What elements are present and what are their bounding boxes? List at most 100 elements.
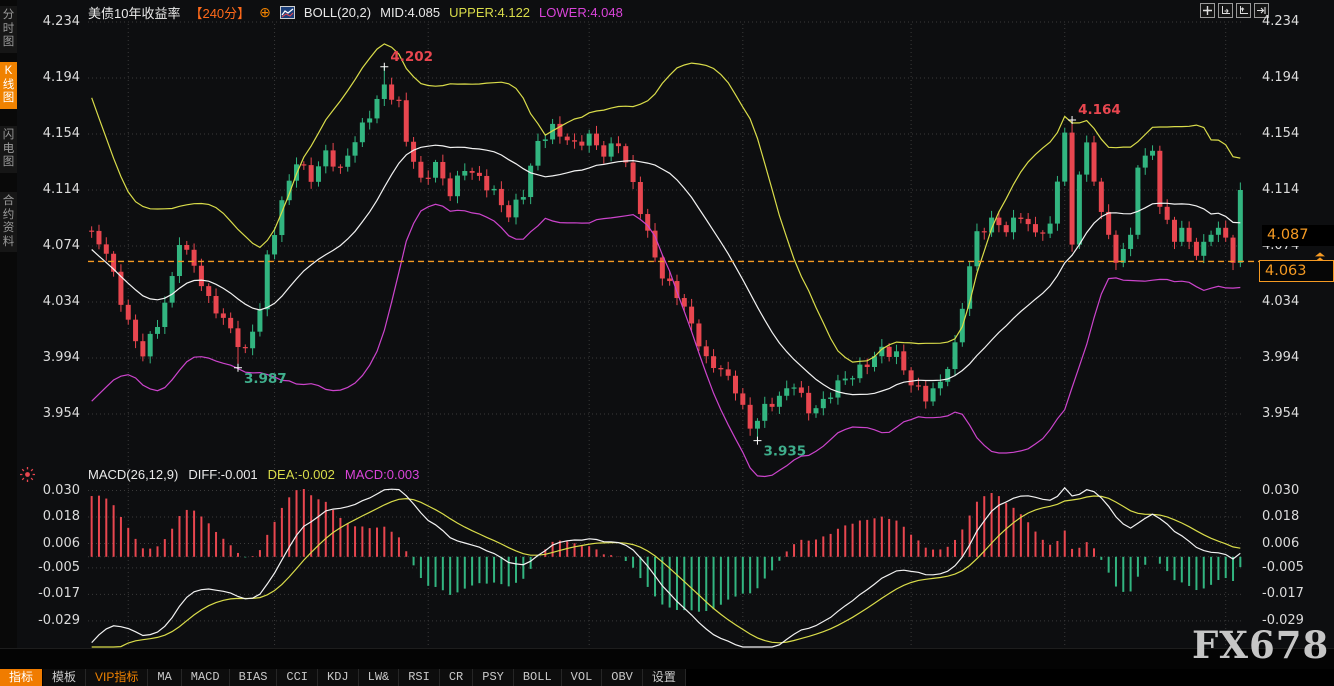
candle-body [594,134,599,146]
toolbar-item-13[interactable]: BOLL [514,669,562,686]
candle-body [806,393,811,413]
candle-body [250,332,255,349]
sidebar-tab-3[interactable]: 闪 电 图 [0,126,17,173]
candle-body [623,146,628,162]
toolbar-item-14[interactable]: VOL [562,669,603,686]
candle-body [565,137,570,141]
candle-body [177,245,182,276]
low-price-label: 3.935 [763,444,806,460]
candle-body [257,309,262,331]
toolbar-item-4[interactable]: MA [148,669,181,686]
candle-body [1201,242,1206,256]
candle-body [214,296,219,313]
candle-body [323,150,328,166]
boll-mid-value: MID:4.085 [380,5,440,20]
candle-body [162,303,167,327]
candle-body [309,165,314,182]
candle-body [148,334,153,357]
axis-label: -0.017 [1262,586,1326,601]
candle-body [660,257,665,278]
time-axis-strip: 240分 ▲ 09/1109/1909/2910/082025/10/13 15… [0,648,1334,669]
toolbar-item-12[interactable]: PSY [473,669,514,686]
toolbar-item-3[interactable]: VIP指标 [86,669,148,686]
candle-body [792,387,797,388]
toolbar-item-5[interactable]: MACD [182,669,230,686]
scale-y-axis-button[interactable] [1218,3,1233,18]
candle-body [1194,242,1199,256]
toolbar-item-10[interactable]: RSI [399,669,440,686]
toolbar-item-7[interactable]: CCI [277,669,318,686]
candle-body [865,365,870,367]
candle-body [828,398,833,399]
candle-body [1143,156,1148,168]
candle-body [887,347,892,357]
extreme-cross-marker [753,437,761,445]
toolbar-item-8[interactable]: KDJ [318,669,359,686]
macd-histogram [92,489,1241,612]
scale-x-axis-button[interactable] [1236,3,1251,18]
candle-body [601,145,606,156]
macd-header: MACD(26,12,9) DIFF:-0.001 DEA:-0.002 MAC… [88,467,419,482]
candle-body [718,368,723,369]
sidebar-tab-4[interactable]: 合 约 资 料 [0,192,17,252]
live-dot-icon [19,466,36,483]
toolbar-item-2[interactable]: 模板 [43,669,86,686]
candle-body [1084,142,1089,174]
toolbar-item-6[interactable]: BIAS [230,669,278,686]
candle-body [133,320,138,341]
axis-label: 3.954 [16,406,80,421]
toolbar-item-11[interactable]: CR [440,669,473,686]
candle-body [345,156,350,167]
axis-label: 0.006 [16,536,80,551]
candle-body [726,369,731,375]
candle-body [843,379,848,381]
candle-body [923,386,928,402]
trading-app-window: 3.9874.2023.9354.164 分 时 图K 线 图闪 电 图合 约 … [0,0,1334,686]
toolbar-item-16[interactable]: 设置 [643,669,686,686]
axis-label: 4.154 [16,126,80,141]
candle-body [755,421,760,429]
candle-body [433,162,438,178]
axis-label: -0.029 [16,613,80,628]
toolbar-item-1[interactable]: 指标 [0,669,43,686]
candle-body [1231,238,1236,263]
candle-body [1179,228,1184,242]
candle-body [777,396,782,407]
candle-body [206,286,211,296]
candle-body [1187,228,1192,242]
candle-body [704,346,709,356]
sidebar-tab-2[interactable]: K 线 图 [0,62,17,109]
axis-label: 0.018 [1262,509,1326,524]
candle-body [1048,224,1053,234]
toolbar-item-15[interactable]: OBV [602,669,643,686]
candle-body [1113,235,1118,263]
candle-body [953,342,958,369]
fx678-watermark: FX678 [1192,623,1329,667]
alarm-circle-icon[interactable]: ⊕ [259,6,271,19]
macd-diff-value: DIFF:-0.001 [188,467,257,482]
candle-body [850,378,855,379]
candle-body [1150,151,1155,156]
toolbar-item-9[interactable]: LW& [359,669,400,686]
price-line-badge: 4.063 [1259,260,1334,282]
candle-body [331,150,336,166]
axis-label: 4.194 [16,70,80,85]
candle-body [199,266,204,286]
candle-body [689,307,694,324]
candle-body [375,99,380,118]
candle-body [462,171,467,176]
candle-body [1209,235,1214,242]
candle-body [1172,220,1177,242]
candle-body [1128,235,1133,249]
axis-label: 4.154 [1262,126,1326,141]
candle-body [1216,228,1221,235]
mini-chart-icon[interactable] [280,6,295,19]
axis-label: 4.114 [1262,182,1326,197]
candle-body [587,134,592,146]
macd-params-label: MACD(26,12,9) [88,467,178,482]
candle-body [192,250,197,266]
sidebar-tab-1[interactable]: 分 时 图 [0,6,17,53]
candle-body [418,162,423,178]
move-tool-button[interactable] [1200,3,1215,18]
candle-body [733,376,738,394]
